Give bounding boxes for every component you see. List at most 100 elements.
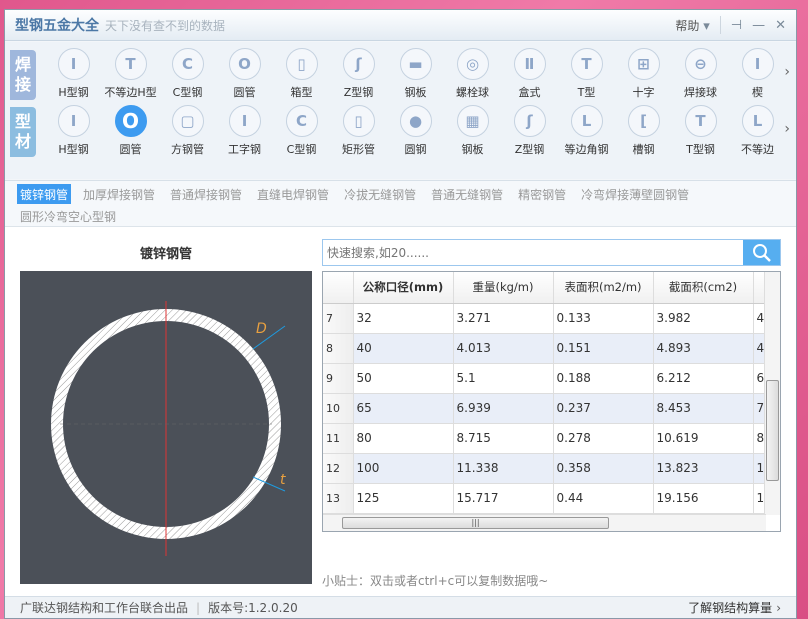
section-type-item[interactable]: O 圆管 <box>102 105 159 157</box>
horizontal-scrollbar[interactable]: ||| <box>323 514 766 531</box>
section-type-item[interactable]: C C型钢 <box>159 48 216 100</box>
table-cell[interactable]: 15.717 <box>453 483 554 514</box>
column-header[interactable]: 公称口径(mm) <box>353 272 454 304</box>
table-cell[interactable]: 0.151 <box>553 333 654 364</box>
column-header[interactable]: 截面积(cm2) <box>653 272 754 304</box>
subtype-tab[interactable]: 精密钢管 <box>515 184 569 204</box>
section-type-item[interactable]: T T型钢 <box>672 105 729 157</box>
scroll-right-button[interactable]: › <box>784 64 790 80</box>
subtype-tab[interactable]: 冷拔无缝钢管 <box>341 184 419 204</box>
section-type-label: T型钢 <box>686 143 715 156</box>
table-row[interactable]: 10 65 6.939 0.237 8.453 7 <box>323 393 774 424</box>
section-type-label: 圆钢 <box>404 143 427 156</box>
table-cell[interactable]: 80 <box>353 423 454 454</box>
table-row[interactable]: 11 80 8.715 0.278 10.619 8 <box>323 423 774 454</box>
section-type-item[interactable]: L 不等边 <box>729 105 776 157</box>
section-type-item[interactable]: T 不等边H型 <box>102 48 159 100</box>
subtype-tab[interactable]: 冷弯焊接薄壁圆钢管 <box>578 184 692 204</box>
search-button[interactable] <box>743 240 780 265</box>
section-type-label: 槽钢 <box>632 143 655 156</box>
subtype-tab[interactable]: 直缝电焊钢管 <box>254 184 332 204</box>
category-label[interactable]: 焊接 <box>10 50 36 100</box>
subtype-tab[interactable]: 加厚焊接钢管 <box>80 184 158 204</box>
table-cell[interactable]: 6.212 <box>653 363 754 394</box>
main-content: 镀锌钢管 D t 公称口径(mm)重量(kg/m)表面积(m2/m)截面积(cm… <box>5 226 796 596</box>
minimize-button[interactable]: — <box>752 18 765 33</box>
table-cell[interactable]: 125 <box>353 483 454 514</box>
section-type-item[interactable]: L 等边角钢 <box>558 105 615 157</box>
table-row[interactable]: 7 32 3.271 0.133 3.982 4 <box>323 303 774 334</box>
section-shape-icon: ▢ <box>171 105 204 137</box>
table-row[interactable]: 13 125 15.717 0.44 19.156 1 <box>323 483 774 514</box>
table-cell[interactable]: 19.156 <box>653 483 754 514</box>
column-header[interactable]: 表面积(m2/m) <box>553 272 654 304</box>
section-type-item[interactable]: ʃ Z型钢 <box>330 48 387 100</box>
pin-button[interactable]: ⊣ <box>731 18 742 33</box>
category-label[interactable]: 型材 <box>10 107 36 157</box>
row-number: 13 <box>323 483 354 514</box>
table-cell[interactable]: 8.715 <box>453 423 554 454</box>
section-type-item[interactable]: [槽钢 <box>615 105 672 157</box>
table-cell[interactable]: 4.893 <box>653 333 754 364</box>
subtype-tab[interactable]: 普通焊接钢管 <box>167 184 245 204</box>
column-header[interactable]: 重量(kg/m) <box>453 272 554 304</box>
table-cell[interactable]: 11.338 <box>453 453 554 484</box>
section-type-item[interactable]: ◎ 螺栓球 <box>444 48 501 100</box>
table-cell[interactable]: 3.982 <box>653 303 754 334</box>
table-cell[interactable]: 0.44 <box>553 483 654 514</box>
table-cell[interactable]: 0.237 <box>553 393 654 424</box>
table-cell[interactable]: 3.271 <box>453 303 554 334</box>
table-cell[interactable]: 0.188 <box>553 363 654 394</box>
section-type-item[interactable]: ▯ 矩形管 <box>330 105 387 157</box>
table-cell[interactable]: 32 <box>353 303 454 334</box>
scroll-thumb[interactable] <box>766 380 779 481</box>
section-type-item[interactable]: ʃ Z型钢 <box>501 105 558 157</box>
section-type-item[interactable]: ⊞ 十字 <box>615 48 672 100</box>
scroll-right-button[interactable]: › <box>784 121 790 137</box>
section-type-item[interactable]: ▬ 钢板 <box>387 48 444 100</box>
table-cell[interactable]: 4.013 <box>453 333 554 364</box>
table-row[interactable]: 9 50 5.1 0.188 6.212 6 <box>323 363 774 394</box>
section-type-label: 楔 <box>752 86 763 99</box>
table-cell[interactable]: 0.278 <box>553 423 654 454</box>
section-type-item[interactable]: I H型钢 <box>45 48 102 100</box>
learn-more-link[interactable]: 了解钢结构算量 <box>688 599 772 616</box>
subtype-tab[interactable]: 镀锌钢管 <box>17 184 72 204</box>
table-cell[interactable]: 100 <box>353 453 454 484</box>
section-type-item[interactable]: C C型钢 <box>273 105 330 157</box>
search-input[interactable] <box>323 240 743 265</box>
close-button[interactable]: ✕ <box>775 18 786 33</box>
table-cell[interactable]: 40 <box>353 333 454 364</box>
table-cell[interactable]: 50 <box>353 363 454 394</box>
help-menu[interactable]: 帮助 ▾ <box>675 17 709 34</box>
section-type-item[interactable]: ▦ 钢板 <box>444 105 501 157</box>
table-cell[interactable]: 6.939 <box>453 393 554 424</box>
section-type-item[interactable]: I 工字钢 <box>216 105 273 157</box>
section-type-label: H型钢 <box>58 143 89 156</box>
section-type-item[interactable]: ● 圆钢 <box>387 105 444 157</box>
row-number: 12 <box>323 453 354 484</box>
table-cell[interactable]: 0.358 <box>553 453 654 484</box>
table-cell[interactable]: 8.453 <box>653 393 754 424</box>
section-type-item[interactable]: I楔 <box>729 48 776 100</box>
table-cell[interactable]: 0.133 <box>553 303 654 334</box>
subtype-tab[interactable]: 普通无缝钢管 <box>428 184 506 204</box>
table-cell[interactable]: 5.1 <box>453 363 554 394</box>
subtype-tab[interactable]: 圆形冷弯空心型钢 <box>17 206 119 226</box>
section-type-item[interactable]: ▯ 箱型 <box>273 48 330 100</box>
scroll-thumb[interactable]: ||| <box>342 517 609 529</box>
section-type-item[interactable]: ⊖ 焊接球 <box>672 48 729 100</box>
section-shape-icon: I <box>57 105 90 137</box>
table-cell[interactable]: 10.619 <box>653 423 754 454</box>
vertical-scrollbar[interactable] <box>764 272 780 515</box>
table-cell[interactable]: 13.823 <box>653 453 754 484</box>
table-row[interactable]: 12 100 11.338 0.358 13.823 1 <box>323 453 774 484</box>
section-type-item[interactable]: O 圆管 <box>216 48 273 100</box>
section-type-label: Z型钢 <box>343 86 374 99</box>
section-type-item[interactable]: Ⅱ 盒式 <box>501 48 558 100</box>
section-type-item[interactable]: I H型钢 <box>45 105 102 157</box>
section-type-item[interactable]: ▢ 方钢管 <box>159 105 216 157</box>
table-row[interactable]: 8 40 4.013 0.151 4.893 4 <box>323 333 774 364</box>
table-cell[interactable]: 65 <box>353 393 454 424</box>
section-type-item[interactable]: T T型 <box>558 48 615 100</box>
